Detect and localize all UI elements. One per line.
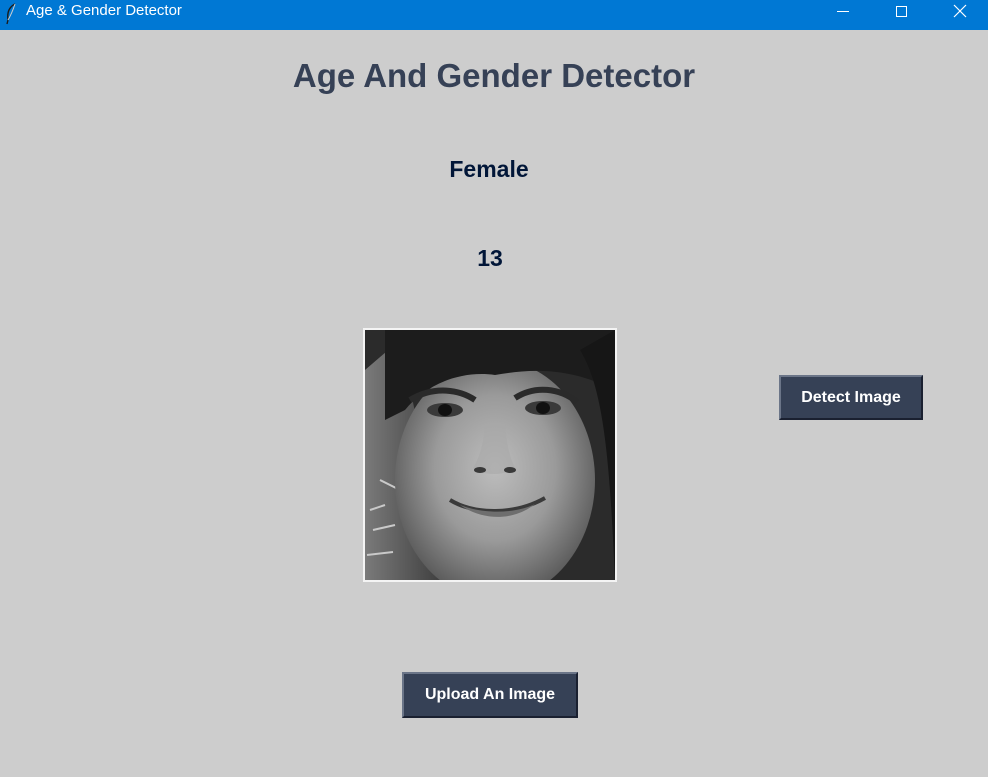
minimize-icon — [837, 11, 849, 12]
window-title: Age & Gender Detector — [26, 2, 182, 19]
close-icon — [953, 4, 967, 18]
age-result-label: 13 — [477, 245, 503, 271]
gender-result-label: Female — [449, 156, 529, 182]
maximize-icon — [896, 6, 907, 17]
detect-image-button[interactable]: Detect Image — [779, 375, 923, 420]
upload-image-button[interactable]: Upload An Image — [402, 672, 578, 718]
feather-icon — [4, 3, 18, 25]
portrait-image — [365, 330, 615, 580]
minimize-button[interactable] — [820, 0, 866, 30]
close-button[interactable] — [937, 0, 983, 30]
uploaded-image — [363, 328, 617, 582]
title-bar: Age & Gender Detector — [0, 0, 988, 30]
maximize-button[interactable] — [878, 0, 924, 30]
page-title: Age And Gender Detector — [292, 57, 696, 94]
